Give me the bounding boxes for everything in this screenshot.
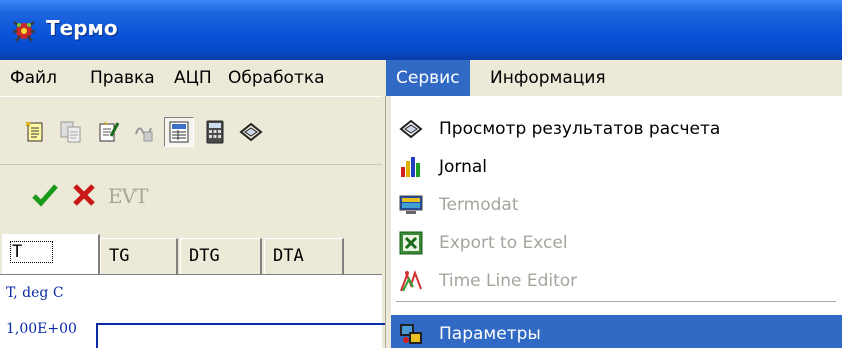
- timeline-icon: [400, 270, 422, 292]
- menu-item-parameters[interactable]: Параметры: [391, 315, 842, 348]
- menu-item-termodat[interactable]: Termodat: [391, 186, 842, 224]
- menu-item-jornal[interactable]: Jornal: [391, 148, 842, 186]
- menu-service[interactable]: Сервис: [386, 60, 470, 96]
- menu-processing[interactable]: Обработка: [222, 60, 331, 96]
- parameters-icon: [400, 324, 422, 344]
- new-doc-icon[interactable]: [20, 117, 50, 147]
- graph-tool-icon[interactable]: [130, 117, 160, 147]
- diamond-link-icon[interactable]: [236, 117, 266, 147]
- evt-button[interactable]: EVT: [108, 184, 148, 208]
- tab-strip: T TG DTG DTA: [0, 234, 382, 274]
- tab-dtg[interactable]: DTG: [180, 238, 262, 274]
- menu-separator: [396, 301, 836, 303]
- toolbar-top: [0, 96, 382, 164]
- monitor-icon: [399, 195, 423, 214]
- diamond-link-icon: [399, 119, 423, 139]
- tab-dta[interactable]: DTA: [264, 238, 344, 274]
- tab-tg[interactable]: TG: [100, 238, 178, 274]
- menu-item-results-view[interactable]: Просмотр результатов расчета: [391, 110, 842, 148]
- data-table-icon[interactable]: [164, 117, 194, 147]
- menu-item-timeline-editor[interactable]: Time Line Editor: [391, 262, 842, 300]
- service-dropdown: Просмотр результатов расчета Jornal Term…: [385, 96, 842, 348]
- menu-bar: Файл Правка АЦП Обработка Сервис Информа…: [0, 60, 842, 96]
- bar-chart-icon: [401, 157, 420, 177]
- excel-icon: [399, 231, 423, 255]
- window-title: Термо: [46, 16, 118, 40]
- menu-adc[interactable]: АЦП: [168, 60, 218, 96]
- plot-area: T, deg C 1,00E+00: [0, 274, 386, 348]
- menu-edit[interactable]: Правка: [84, 60, 161, 96]
- tab-t[interactable]: T: [2, 234, 100, 274]
- menu-info[interactable]: Информация: [484, 60, 612, 96]
- toolbar-bottom: EVT: [0, 164, 382, 224]
- menu-item-export-excel[interactable]: Export to Excel: [391, 224, 842, 262]
- app-icon: [12, 21, 36, 42]
- title-bar: Термо: [0, 0, 842, 60]
- calculator-icon[interactable]: [200, 117, 230, 147]
- copy-doc-icon[interactable]: [56, 117, 86, 147]
- y-axis-label: T, deg C: [6, 285, 64, 301]
- checkmark-icon[interactable]: [32, 183, 58, 207]
- plot-frame: [96, 323, 386, 348]
- edit-doc-icon[interactable]: [94, 117, 124, 147]
- main-panel: EVT T TG DTG DTA T, deg C 1,00E+00: [0, 96, 386, 348]
- y-axis-tick: 1,00E+00: [6, 321, 77, 337]
- menu-file[interactable]: Файл: [4, 60, 63, 96]
- cross-icon[interactable]: [72, 183, 96, 207]
